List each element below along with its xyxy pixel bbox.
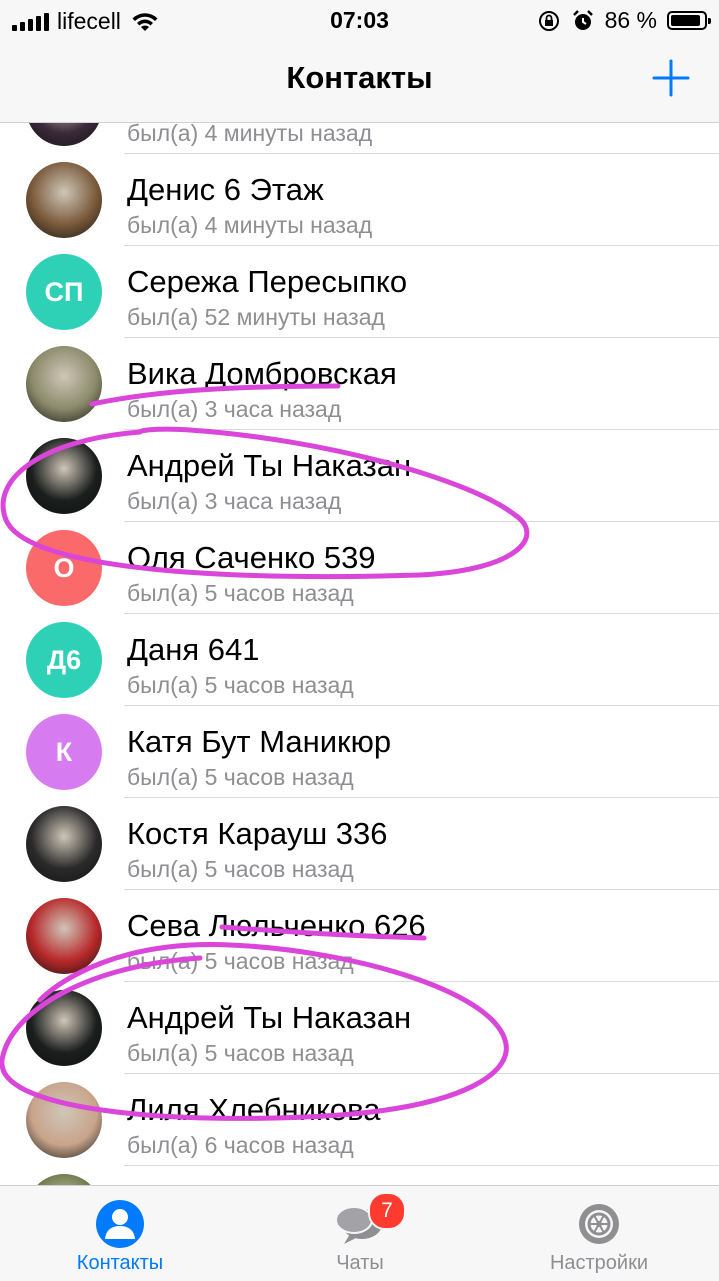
avatar [26,1174,102,1185]
avatar [26,123,102,146]
last-seen-status: был(а) 5 часов назад [127,856,354,882]
tab-contacts-label: Контакты [76,1252,164,1274]
avatar: СП [26,254,102,330]
contact-name: Лиля Хлебникова [127,1092,381,1127]
avatar: Д6 [26,622,102,698]
last-seen-status: был(а) 4 минуты назад [127,212,373,238]
contact-row[interactable]: Лиля Хлебникова был(а) 6 часов назад [0,1074,719,1166]
last-seen-status: был(а) 5 часов назад [127,1040,354,1066]
contact-row[interactable]: Костя Карауш 336 был(а) 5 часов назад [0,798,719,890]
contact-row[interactable]: Вика Домбровская был(а) 3 часа назад [0,338,719,430]
contact-row[interactable]: О Оля Саченко 539 был(а) 5 часов назад [0,522,719,614]
last-seen-status: был(а) 3 часа назад [127,396,342,422]
contact-row[interactable]: Андрей Ты Наказан был(а) 5 часов назад [0,982,719,1074]
contacts-list[interactable]: был(а) 4 минуты назад Денис 6 Этаж был(а) … [0,123,719,1185]
contact-row[interactable] [0,1166,719,1185]
last-seen-status: был(а) 5 часов назад [127,580,354,606]
last-seen-status: был(а) 4 минуты назад [127,123,373,146]
contact-name: Андрей Ты Наказан [127,1000,412,1035]
last-seen-status: был(а) 6 часов назад [127,1132,354,1158]
avatar [26,438,102,514]
contact-name: Даня 641 [127,632,260,667]
last-seen-status: был(а) 3 часа назад [127,488,342,514]
status-bar: lifecell 07:03 86 % [0,0,719,40]
contacts-icon [96,1200,144,1248]
contact-row[interactable]: был(а) 4 минуты назад [0,123,719,154]
avatar [26,898,102,974]
avatar [26,346,102,422]
last-seen-status: был(а) 52 минуты назад [127,304,385,330]
navigation-bar: Контакты [0,40,719,123]
contact-name: Катя Бут Маникюр [127,724,392,759]
page-title: Контакты [286,60,433,95]
tab-bar: Контакты 7 Чаты Настройки [0,1185,719,1281]
contact-name: Костя Карауш 336 [127,816,388,851]
contact-name: Вика Домбровская [127,356,397,391]
contact-row[interactable]: Сева Люльченко 626 был(а) 5 часов назад [0,890,719,982]
contact-row[interactable]: Д6 Даня 641 был(а) 5 часов назад [0,614,719,706]
last-seen-status: был(а) 5 часов назад [127,948,354,974]
avatar [26,1082,102,1158]
contact-row[interactable]: Андрей Ты Наказан был(а) 3 часа назад [0,430,719,522]
tab-chats-label: Чаты [336,1252,384,1274]
tab-contacts[interactable]: Контакты [0,1186,240,1281]
tab-chats[interactable]: 7 Чаты [240,1186,480,1281]
settings-icon [579,1204,619,1244]
last-seen-status: был(а) 5 часов назад [127,764,354,790]
contact-name: Оля Саченко 539 [127,540,376,575]
contact-name: Сева Люльченко 626 [127,908,426,943]
plus-icon[interactable] [651,58,691,98]
contact-row[interactable]: К Катя Бут Маникюр был(а) 5 часов назад [0,706,719,798]
contact-name: Андрей Ты Наказан [127,448,412,483]
tab-settings-label: Настройки [549,1252,649,1274]
alarm-icon [572,9,593,30]
contact-name: Сережа Пересыпко [127,264,408,299]
status-right: 86 % [537,7,711,34]
contact-row[interactable]: Денис 6 Этаж был(а) 4 минуты назад [0,154,719,246]
last-seen-status: был(а) 5 часов назад [127,672,354,698]
battery-icon [667,11,711,30]
avatar: К [26,714,102,790]
chats-badge: 7 [368,1192,406,1230]
battery-percent: 86 % [604,7,657,33]
contact-row[interactable]: СП Сережа Пересыпко был(а) 52 минуты назад [0,246,719,338]
avatar: О [26,530,102,606]
avatar [26,162,102,238]
avatar [26,990,102,1066]
avatar [26,806,102,882]
contact-name: Денис 6 Этаж [127,172,324,207]
orientation-lock-icon [538,10,559,31]
tab-settings[interactable]: Настройки [479,1186,719,1281]
